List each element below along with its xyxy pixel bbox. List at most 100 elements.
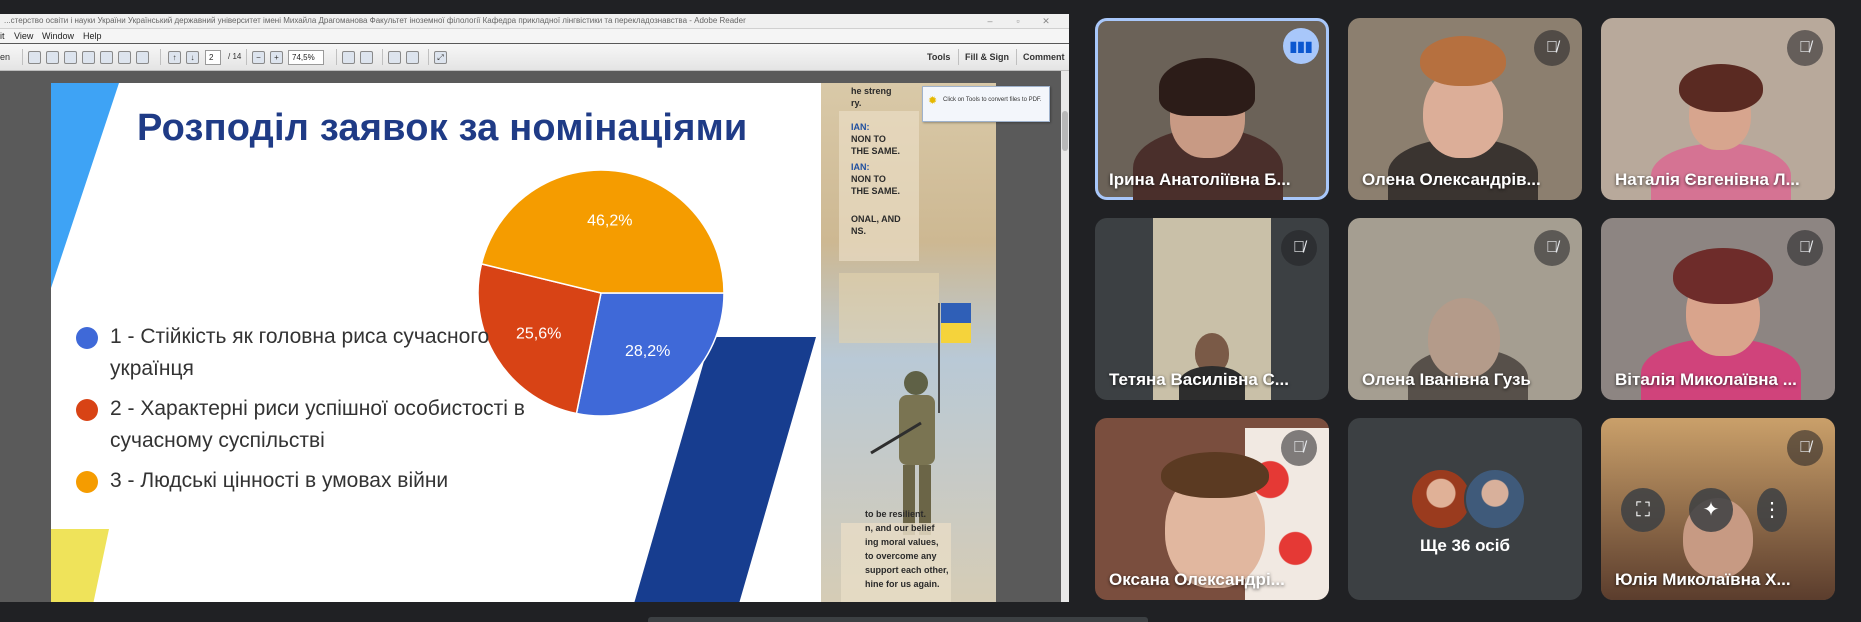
maximize-icon[interactable]: ▫ [1008,14,1028,28]
reader-menu-bar: it View Window Help [0,29,1069,43]
more-participants-tile[interactable]: Ще 36 осіб [1348,418,1582,600]
participant-tile[interactable]: ⛶ ✦ ⋮ 🎙̸ Юлія Миколаївна Х... [1601,418,1835,600]
legend-marker [76,399,98,421]
participant-tile[interactable]: 🎙̸ Оксана Олександрі... [1095,418,1329,600]
comment-button[interactable]: Comment [1023,52,1065,62]
participant-tile[interactable]: 🎙̸ Наталія Євгенівна Л... [1601,18,1835,200]
mic-off-icon: 🎙̸ [1281,230,1317,266]
poster-text: NON TO [851,134,886,144]
mic-off-icon: 🎙̸ [1281,430,1317,466]
reader-window-title: ...стерство освіти і науки України Украї… [4,16,746,25]
open-button[interactable]: en [0,52,10,62]
participant-tile[interactable]: 🎙̸ Тетяна Василівна С... [1095,218,1329,400]
toolbar-separator [336,49,337,65]
open-file-icon[interactable] [46,51,59,64]
mic-off-icon: 🎙̸ [1534,230,1570,266]
adobe-reader-window: ...стерство освіти і науки України Украї… [0,14,1069,602]
participant-face [1428,298,1500,378]
visual-effects-icon[interactable]: ✦ [1689,488,1733,532]
tools-button[interactable]: Tools [927,52,950,62]
poster-text: to be resilient. [865,509,927,519]
poster-text: n, and our belief [865,523,935,533]
audio-level-icon: ▮▮▮ [1283,28,1319,64]
page-total: / 14 [228,52,242,61]
poster-text: NON TO [851,174,886,184]
participant-hair [1161,452,1269,498]
cloud-icon[interactable] [82,51,95,64]
legend-marker [76,327,98,349]
chart-legend: 1 - Стійкість як головна риса сучасного … [76,321,570,505]
convert-tooltip[interactable]: ✹ Click on Tools to convert files to PDF… [922,86,1050,122]
fit-width-icon[interactable] [360,51,373,64]
fill-sign-button[interactable]: Fill & Sign [965,52,1009,62]
pie-data-label-1: 28,2% [625,343,670,360]
create-pdf-icon[interactable] [28,51,41,64]
menu-help[interactable]: Help [83,29,102,43]
participant-tile[interactable]: ▮▮▮ Ірина Анатоліївна Б... [1095,18,1329,200]
poster-text: hine for us again. [865,579,940,589]
tooltip-text: Click on Tools to convert files to PDF. [943,97,1042,103]
participant-tile[interactable]: 🎙̸ Олена Іванівна Гузь [1348,218,1582,400]
blue-stripe-top-left [51,83,119,288]
participant-name: Олена Іванівна Гузь [1362,370,1531,389]
participant-hair [1420,36,1506,86]
zoom-out-icon[interactable]: − [252,51,265,64]
participant-name: Наталія Євгенівна Л... [1615,170,1800,189]
save-icon[interactable] [100,51,113,64]
yellow-stripe-bottom-left [51,529,109,602]
more-options-icon[interactable]: ⋮ [1757,488,1787,532]
presentation-slide: Розподіл заявок за номінаціями 28,2% 25,6… [51,83,996,602]
edit-icon[interactable] [64,51,77,64]
toolbar-separator [1016,49,1017,65]
slide-title: Розподіл заявок за номінаціями [137,107,748,149]
more-participants-label: Ще 36 осіб [1420,536,1510,555]
fit-page-icon[interactable] [342,51,355,64]
document-area[interactable]: Розподіл заявок за номінаціями 28,2% 25,6… [0,71,1069,602]
menu-edit[interactable]: it [0,29,5,43]
legend-label: 1 - Стійкість як головна риса сучасного … [110,325,490,380]
menu-view[interactable]: View [14,29,33,43]
poster-text: ing moral values, [865,537,939,547]
lightbulb-icon: ✹ [928,95,938,107]
close-icon[interactable]: ✕ [1036,14,1056,28]
sign-icon[interactable] [406,51,419,64]
scrollbar-thumb[interactable] [1062,111,1068,151]
vertical-scrollbar[interactable] [1061,71,1069,602]
print-icon[interactable] [118,51,131,64]
participant-hair [1673,248,1773,304]
participant-name: Віталія Миколаївна ... [1615,370,1797,389]
poster-text: ry. [851,98,862,108]
poster-text: NS. [851,226,867,236]
reader-toolbar: en ↑ ↓ 2 / 14 − + 74,5% ⤢ Tools Fill & S… [0,44,1069,71]
mic-off-icon: 🎙̸ [1787,230,1823,266]
participant-hair [1679,64,1763,112]
toolbar-separator [22,49,23,65]
zoom-in-icon[interactable]: + [270,51,283,64]
comment-icon[interactable] [388,51,401,64]
zoom-level-select[interactable]: 74,5% [288,50,324,65]
mic-off-icon: 🎙̸ [1787,30,1823,66]
legend-label: 2 - Характерні риси успішної особистості… [110,397,525,452]
reader-title-bar: ...стерство освіти і науки України Украї… [0,14,1069,29]
meet-controls-bar[interactable] [648,617,1148,622]
avatar [1410,468,1472,530]
menu-window[interactable]: Window [42,29,74,43]
avatar [1464,468,1526,530]
frame-person-icon[interactable]: ⛶ [1621,488,1665,532]
mic-off-icon: 🎙̸ [1787,430,1823,466]
participant-tile[interactable]: 🎙̸ Віталія Миколаївна ... [1601,218,1835,400]
toolbar-separator [428,49,429,65]
toolbar-separator [160,49,161,65]
poster-text: THE SAME. [851,186,901,196]
email-icon[interactable] [136,51,149,64]
fullscreen-icon[interactable]: ⤢ [434,51,447,64]
page-number-input[interactable]: 2 [205,50,221,65]
participant-hair [1159,58,1255,116]
minimize-icon[interactable]: – [980,14,1000,28]
avatar-stack [1410,468,1530,530]
page-down-icon[interactable]: ↓ [186,51,199,64]
page-up-icon[interactable]: ↑ [168,51,181,64]
participant-tile[interactable]: 🎙̸ Олена Олександрів... [1348,18,1582,200]
poster-text: support each other, [865,565,949,575]
poster-text: IAN: [851,122,870,132]
